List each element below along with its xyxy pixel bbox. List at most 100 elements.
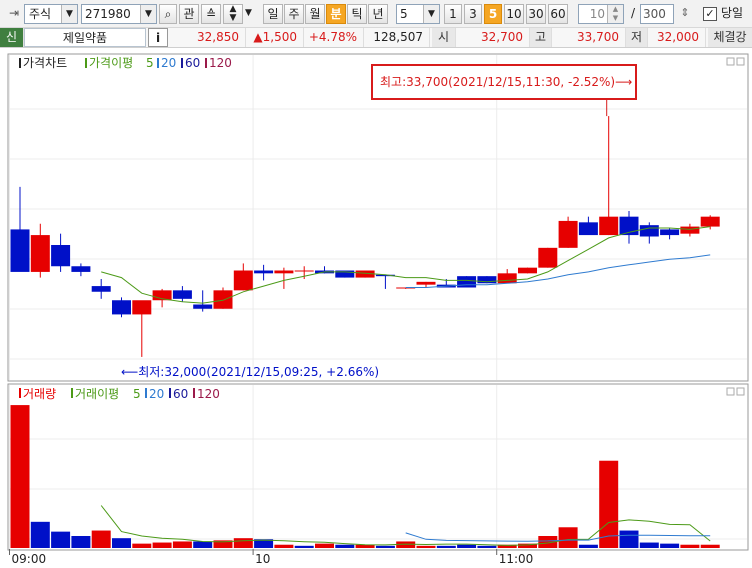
- volume-bar: [599, 460, 619, 548]
- quote-bar: 신 제일약품 i 32,850 ▲1,500 +4.78% 128,507 시 …: [0, 28, 752, 48]
- interval-60-button[interactable]: 60: [548, 4, 568, 24]
- volume-bar: [315, 543, 334, 548]
- legend-marker: [157, 58, 159, 68]
- legend-ma120: 120: [197, 387, 220, 401]
- spin-updown-button[interactable]: ▲ ▼: [223, 4, 243, 24]
- candle-body: [51, 245, 71, 267]
- candle-body: [700, 216, 720, 227]
- low-label: 저: [626, 28, 648, 47]
- current-price: 32,850: [170, 28, 246, 47]
- volume-bar: [660, 543, 680, 548]
- interval-10-button[interactable]: 10: [504, 4, 524, 24]
- candle-body: [233, 270, 253, 291]
- link-icon[interactable]: ⇥: [4, 4, 24, 24]
- candle-body: [558, 220, 578, 248]
- period-week-button[interactable]: 주: [284, 4, 304, 24]
- stock-name[interactable]: 제일약품: [24, 28, 146, 47]
- candle-body: [30, 235, 50, 272]
- candle-body: [193, 304, 213, 309]
- legend-marker: [181, 58, 183, 68]
- info-button[interactable]: i: [148, 28, 168, 47]
- price-change: ▲1,500: [246, 28, 304, 47]
- legend-title: 가격차트: [23, 56, 67, 70]
- count-separator: /: [630, 6, 636, 20]
- period-month-button[interactable]: 월: [305, 4, 325, 24]
- gwan-button[interactable]: 관: [179, 4, 199, 24]
- volume-bar: [578, 544, 598, 548]
- candle-body: [91, 286, 111, 292]
- volume-bar: [71, 536, 91, 548]
- legend-ma5: 5: [146, 56, 154, 70]
- volume-bar: [274, 544, 294, 548]
- candle-body: [578, 222, 598, 236]
- high-annotation: 최고:33,700(2021/12/15,11:30, -2.52%)⟶: [380, 75, 632, 89]
- price-legend: 가격차트 가격이평 5 20 60 120: [19, 56, 232, 70]
- spin-icon: ▲ ▼: [607, 5, 623, 23]
- interval-5-button[interactable]: 5: [484, 4, 502, 24]
- code-input-value: 271980: [85, 7, 131, 21]
- legend-ma60: 60: [185, 56, 200, 70]
- volume-bar: [294, 545, 314, 548]
- volume-bar: [639, 542, 659, 548]
- volume-bar: [172, 541, 192, 548]
- new-badge: 신: [0, 28, 24, 47]
- legend-ma20: 20: [161, 56, 176, 70]
- chevron-down-icon: ▼: [423, 5, 439, 23]
- candle-body: [274, 270, 294, 274]
- legend-ma: 가격이평: [89, 56, 133, 70]
- legend-ma120: 120: [209, 56, 232, 70]
- count-small-input[interactable]: 10 ▲ ▼: [578, 4, 624, 24]
- market-select[interactable]: 주식 ▼: [24, 4, 78, 24]
- dropdown-arrow-icon[interactable]: ▼: [245, 4, 255, 24]
- legend-marker: [145, 388, 147, 398]
- code-input[interactable]: 271980 ▼: [81, 4, 157, 24]
- volume-bar: [51, 531, 71, 548]
- candle-body: [518, 267, 537, 274]
- interval-1-button[interactable]: 1: [444, 4, 462, 24]
- volume-bar: [457, 544, 477, 548]
- legend-title: 거래량: [23, 387, 56, 401]
- count-total-input[interactable]: 300: [640, 4, 674, 24]
- x-tick-label: 10: [255, 552, 270, 565]
- volume-bar: [619, 530, 639, 548]
- volume-pane: [7, 383, 749, 551]
- volume-bar: [10, 405, 30, 548]
- interval-select-value: 5: [400, 7, 408, 21]
- low-annotation: ⟵최저:32,000(2021/12/15,09:25, +2.66%): [121, 365, 379, 379]
- legend-marker: [85, 58, 87, 68]
- search-button[interactable]: ⌕: [159, 4, 177, 24]
- search-icon: ⌕: [164, 7, 172, 21]
- period-tick-button[interactable]: 틱: [347, 4, 367, 24]
- legend-ma: 거래이평: [75, 387, 119, 401]
- zoom-arrows-icon[interactable]: ⇕: [677, 4, 693, 24]
- candle-body: [599, 216, 619, 236]
- legend-ma20: 20: [149, 387, 164, 401]
- chart-toolbar: ⇥ 주식 ▼ 271980 ▼ ⌕ 관 ≙ ▲ ▼ ▼ 일 주 월 분 틱 년 5…: [0, 0, 752, 28]
- history-button[interactable]: ≙: [201, 4, 221, 24]
- volume-bar: [558, 527, 578, 548]
- interval-30-button[interactable]: 30: [526, 4, 546, 24]
- high-label: 고: [530, 28, 552, 47]
- period-year-button[interactable]: 년: [368, 4, 388, 24]
- candle-body: [132, 300, 152, 315]
- candle-body: [660, 229, 680, 236]
- legend-marker: [205, 58, 207, 68]
- candle-body: [254, 270, 274, 274]
- period-day-button[interactable]: 일: [263, 4, 283, 24]
- period-minute-button[interactable]: 분: [326, 4, 346, 24]
- price-change-pct: +4.78%: [304, 28, 364, 47]
- interval-3-button[interactable]: 3: [464, 4, 482, 24]
- stock-chart[interactable]: 가격차트 가격이평 5 20 60 120 거래량 거래이평 5 20 60 1…: [0, 49, 752, 566]
- interval-select[interactable]: 5 ▼: [396, 4, 440, 24]
- stack-icon: ≙: [205, 7, 217, 21]
- today-checkbox[interactable]: ✓: [703, 7, 717, 21]
- legend-marker: [19, 58, 21, 68]
- legend-ma60: 60: [173, 387, 188, 401]
- candle-body: [112, 300, 131, 315]
- volume-bar: [700, 544, 720, 548]
- legend-marker: [169, 388, 171, 398]
- market-select-value: 주식: [29, 7, 52, 21]
- candle-body: [294, 270, 314, 272]
- contract-strength-label: 체결강: [708, 28, 752, 47]
- trade-volume: 128,507: [364, 28, 430, 47]
